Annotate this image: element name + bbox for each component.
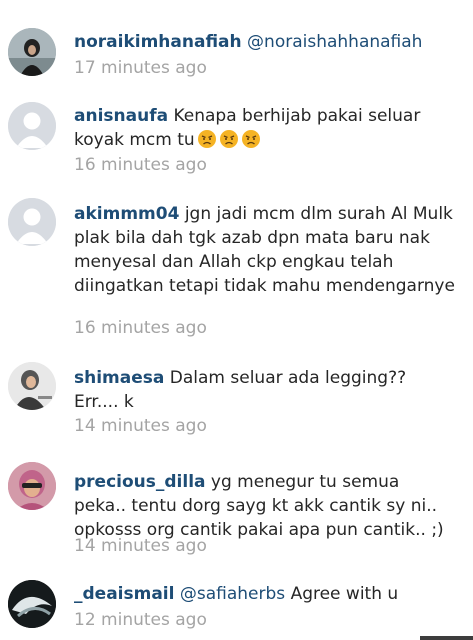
- avatar[interactable]: [8, 198, 56, 246]
- comment-username[interactable]: shimaesa: [74, 368, 164, 388]
- angry-face-icon: [197, 130, 216, 148]
- comment-item: noraikimhanafiah @noraishahhanafiah 17 m…: [0, 0, 473, 90]
- comment-timestamp: 17 minutes ago: [74, 58, 207, 78]
- photo-avatar-icon: [8, 362, 56, 410]
- comment-item: _deaismail @safiaherbs Agree with u 12 m…: [0, 576, 473, 640]
- photo-avatar-icon: [8, 462, 56, 510]
- comment-username[interactable]: anisnaufa: [74, 106, 168, 126]
- comment-item: precious_dilla yg menegur tu semua peka.…: [0, 456, 473, 576]
- avatar[interactable]: [8, 462, 56, 510]
- comment-text: shimaesa Dalam seluar ada legging?? Err.…: [74, 366, 455, 414]
- comment-username[interactable]: precious_dilla: [74, 472, 206, 492]
- comment-timestamp: 14 minutes ago: [74, 416, 207, 436]
- comment-username[interactable]: _deaismail: [74, 584, 174, 604]
- avatar[interactable]: [8, 580, 56, 628]
- comment-text: noraikimhanafiah @noraishahhanafiah: [74, 30, 455, 54]
- default-avatar-icon: [8, 198, 56, 246]
- comment-text: precious_dilla yg menegur tu semua peka.…: [74, 470, 455, 542]
- avatar[interactable]: [8, 362, 56, 410]
- photo-avatar-icon: [8, 28, 56, 76]
- comment-item: shimaesa Dalam seluar ada legging?? Err.…: [0, 352, 473, 452]
- comment-timestamp: 16 minutes ago: [74, 155, 207, 175]
- comment-timestamp: 12 minutes ago: [74, 610, 207, 630]
- comment-text: akimmm04 jgn jadi mcm dlm surah Al Mulk …: [74, 202, 455, 298]
- angry-face-icon: [241, 130, 260, 148]
- comment-timestamp: 14 minutes ago: [74, 536, 207, 556]
- comment-item: anisnaufa Kenapa berhijab pakai seluar k…: [0, 90, 473, 185]
- bottom-bar-edge: [420, 636, 473, 640]
- comment-mention[interactable]: @noraishahhanafiah: [247, 32, 422, 52]
- comment-mention[interactable]: @safiaherbs: [180, 584, 285, 604]
- comment-username[interactable]: noraikimhanafiah: [74, 32, 242, 52]
- comment-text: _deaismail @safiaherbs Agree with u: [74, 582, 455, 606]
- comment-item: akimmm04 jgn jadi mcm dlm surah Al Mulk …: [0, 188, 473, 348]
- avatar[interactable]: [8, 28, 56, 76]
- comment-body: Agree with u: [290, 584, 399, 604]
- comment-username[interactable]: akimmm04: [74, 204, 179, 224]
- avatar[interactable]: [8, 102, 56, 150]
- comment-text: anisnaufa Kenapa berhijab pakai seluar k…: [74, 104, 455, 152]
- photo-avatar-icon: [8, 580, 56, 628]
- comment-timestamp: 16 minutes ago: [74, 318, 207, 338]
- default-avatar-icon: [8, 102, 56, 150]
- angry-face-icon: [219, 130, 238, 148]
